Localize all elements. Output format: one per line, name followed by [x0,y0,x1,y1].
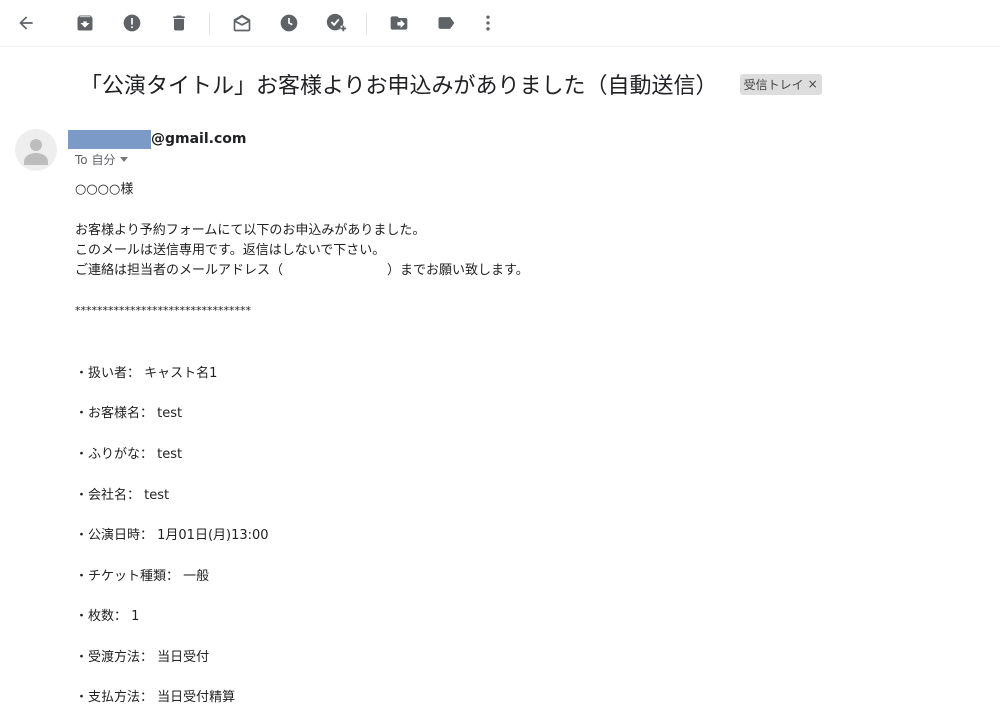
separator: ******************************** [75,304,251,317]
field-quantity: ・枚数： 1 [75,609,140,624]
field-payment-method: ・支払方法： 当日受付精算 [75,690,236,705]
intro-line-2: このメールは送信専用です。返信はしないで下さい。 [75,243,386,258]
subject-row: 「公演タイトル」お客様よりお申込みがありました（自動送信） 受信トレイ × [80,64,980,104]
greeting: ○○○○様 [75,182,134,197]
recipient-details[interactable]: To 自分 [75,151,129,168]
field-company: ・会社名： test [75,488,170,503]
redacted-sender-name [68,129,151,149]
recipient-label: To 自分 [75,153,116,167]
delete-icon[interactable] [163,7,195,39]
intro-line-3: ご連絡は担当者のメールアドレス（ ）までお願い致します。 [75,263,529,278]
chevron-down-icon[interactable] [120,157,129,162]
field-ticket-type: ・チケット種類： 一般 [75,569,210,584]
field-handler: ・扱い者： キャスト名1 [75,366,218,381]
field-furigana: ・ふりがな： test [75,447,183,462]
report-spam-icon[interactable] [116,7,148,39]
more-vert-icon[interactable] [472,7,504,39]
snooze-icon[interactable] [273,7,305,39]
back-arrow-icon[interactable] [10,7,42,39]
add-to-tasks-icon[interactable] [320,7,352,39]
label-chip-inbox[interactable]: 受信トレイ × [739,73,822,95]
archive-icon[interactable] [69,7,101,39]
sender[interactable]: @gmail.com [68,129,246,149]
field-delivery-method: ・受渡方法： 当日受付 [75,650,210,665]
field-performance-datetime: ・公演日時： 1月01日(月)13:00 [75,528,269,543]
mark-unread-icon[interactable] [226,7,258,39]
avatar [15,129,57,171]
email-subject: 「公演タイトル」お客様よりお申込みがありました（自動送信） [80,74,718,99]
remove-label-icon[interactable]: × [808,77,818,91]
sender-email-domain: @gmail.com [151,131,247,147]
intro-line-1: お客様より予約フォームにて以下のお申込みがありました。 [75,223,426,238]
field-customer-name: ・お客様名： test [75,406,183,421]
toolbar-divider [366,14,367,34]
person-icon [24,139,48,165]
label-chip-text: 受信トレイ [743,77,804,92]
label-icon[interactable] [430,7,462,39]
move-to-icon[interactable] [383,7,415,39]
toolbar [0,0,1000,47]
toolbar-divider [209,14,210,34]
